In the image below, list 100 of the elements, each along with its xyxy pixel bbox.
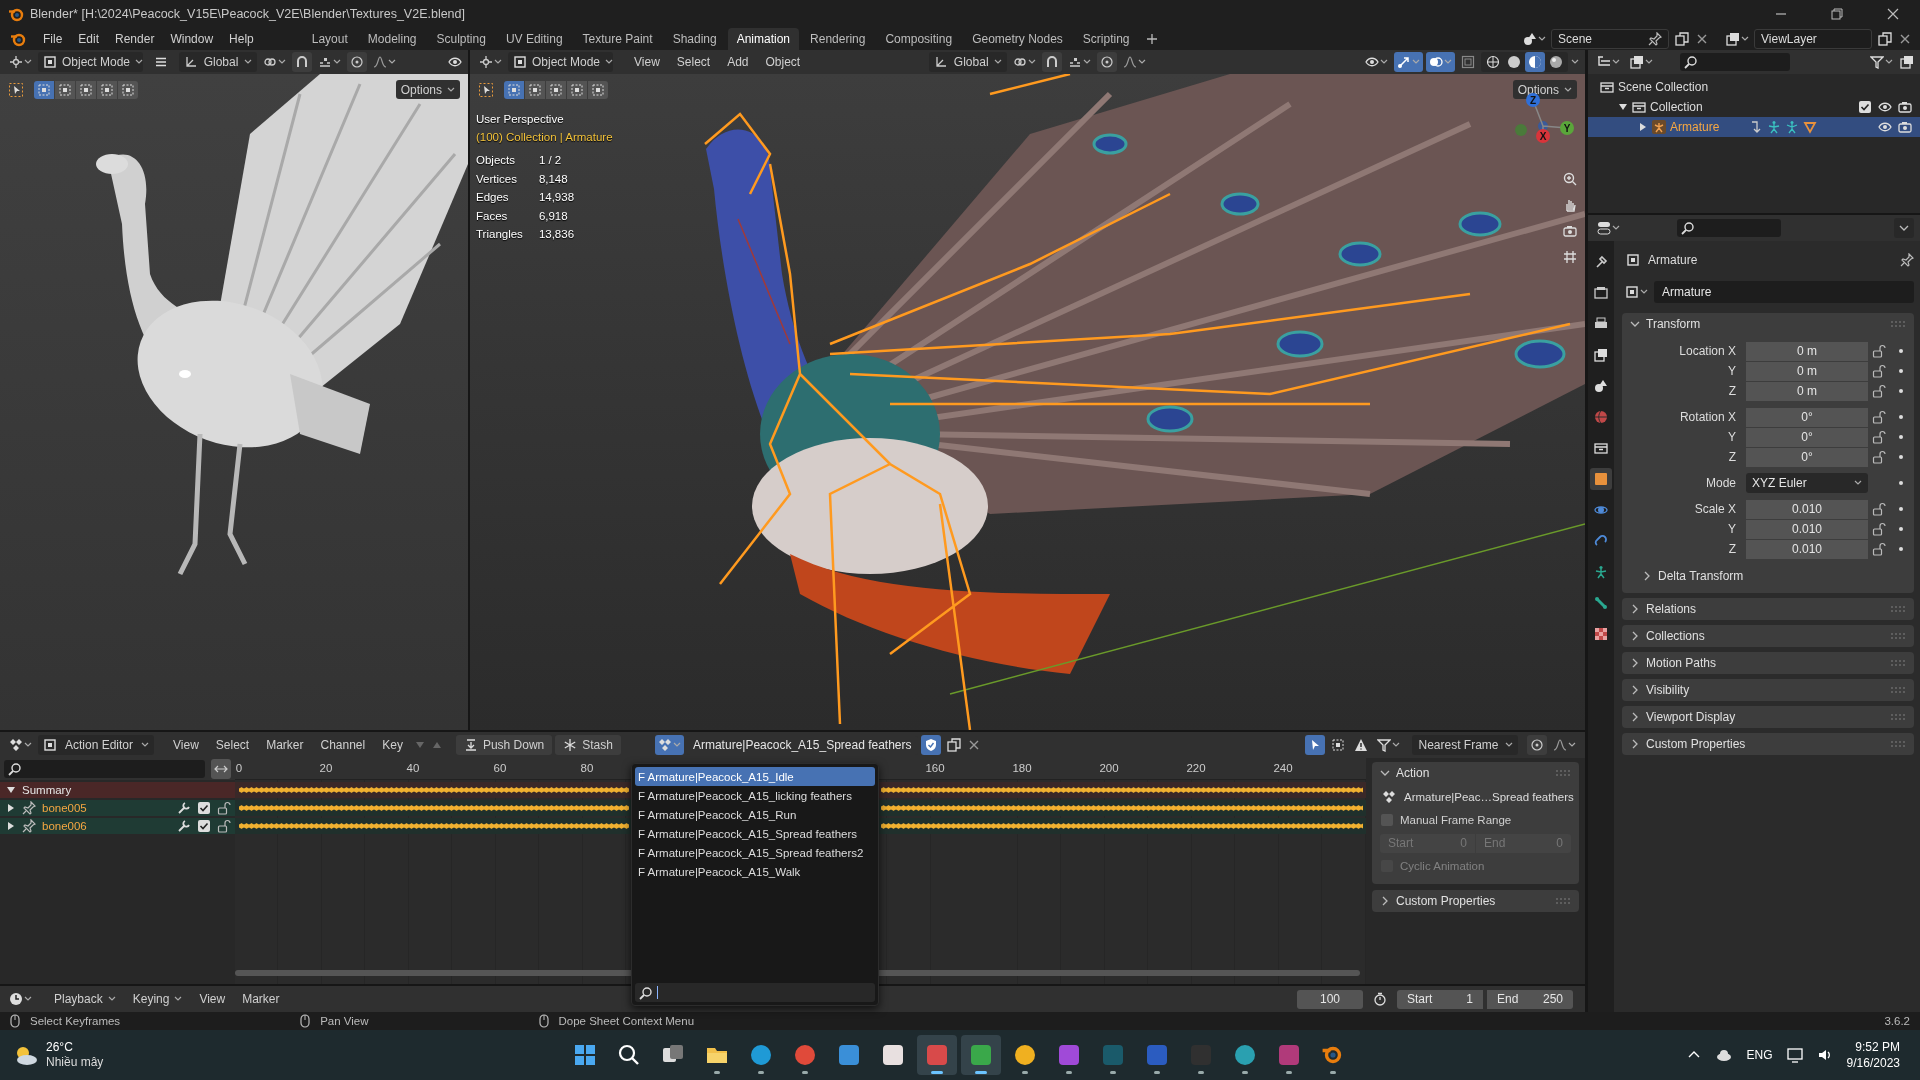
menu-item[interactable]: Select [669, 52, 718, 72]
workspace-tab[interactable]: Geometry Nodes [963, 27, 1072, 50]
field-label: Z [1727, 542, 1737, 556]
panel-header[interactable]: Relations [1622, 598, 1914, 620]
field-value: 1 [1466, 992, 1473, 1006]
stat-label: Triangles [476, 227, 523, 242]
workspace-tab[interactable]: Shading [663, 27, 726, 50]
panel-header[interactable]: Motion Paths [1622, 652, 1914, 674]
number-field[interactable]: 0° [1746, 447, 1868, 467]
menu-item[interactable]: Add [720, 52, 756, 72]
datablock-field[interactable]: Armature [1654, 281, 1914, 303]
mode-dropdown[interactable]: Object Mode [508, 52, 613, 72]
number-field[interactable]: 0 m [1746, 361, 1868, 381]
push-button[interactable]: Push Down [455, 735, 553, 755]
panel-header[interactable]: Viewport Display [1622, 706, 1914, 728]
menu-item[interactable]: Edit [71, 28, 107, 49]
menu-item[interactable]: Help [222, 28, 261, 49]
panel-header[interactable]: Action [1372, 762, 1579, 784]
start-frame-field[interactable]: Start 1 [1397, 989, 1483, 1009]
item-label: Armature [1670, 120, 1720, 134]
frame-number: 200 [1099, 762, 1119, 774]
workspace-tab[interactable]: Compositing [876, 27, 962, 50]
menu-item[interactable]: Object [758, 52, 808, 72]
menu-item[interactable]: Window [163, 28, 221, 49]
options-dropdown[interactable]: Options [395, 80, 460, 99]
workspace-tab[interactable]: Sculpting [427, 27, 495, 50]
field-label: Y [1727, 430, 1737, 444]
frame-number: 0 [235, 762, 243, 774]
menu-item[interactable]: F Armature|Peacock_A15_Run [635, 805, 875, 824]
subpanel-header[interactable]: Delta Transform [1622, 565, 1914, 587]
weather-condition: Nhiều mây [46, 1055, 104, 1070]
menu-item[interactable]: F Armature|Peacock_A15_Walk [635, 862, 875, 881]
menu-item[interactable]: Channel [313, 735, 373, 755]
current-frame-field[interactable]: 100 [1297, 989, 1363, 1009]
menu-item[interactable]: Marker [235, 989, 287, 1009]
field-label: End [1497, 992, 1519, 1006]
workspace-tab[interactable]: Rendering [801, 27, 875, 50]
frame-number: 180 [1012, 762, 1032, 774]
outliner-row[interactable]: Collection [1588, 97, 1920, 117]
number-field[interactable]: 0.010 [1746, 539, 1868, 559]
number-field[interactable]: 0.010 [1746, 519, 1868, 539]
workspace-tab[interactable]: Texture Paint [573, 27, 662, 50]
channel-row[interactable]: bone006 [0, 818, 235, 834]
menu-item[interactable]: Render [108, 28, 162, 49]
menu-item[interactable]: View [192, 989, 233, 1009]
menu-item[interactable]: Marker [259, 735, 311, 755]
menu-item[interactable]: View [627, 52, 667, 72]
channel-row[interactable]: bone005 [0, 800, 235, 816]
menu-item[interactable]: View [166, 735, 206, 755]
menu-item[interactable]: F Armature|Peacock_A15_Spread feathers [635, 824, 875, 843]
panel-header[interactable]: Transform [1622, 313, 1914, 335]
menu-item[interactable]: Select [208, 735, 257, 755]
mode-dropdown[interactable]: Object Mode [38, 52, 143, 72]
menu-item[interactable]: F Armature|Peacock_A15_Spread feathers2 [635, 843, 875, 862]
menu-item[interactable]: F Armature|Peacock_A15_Idle [635, 767, 875, 786]
workspace-tab[interactable]: UV Editing [496, 27, 572, 50]
context-label: (100) Collection | Armature [476, 130, 613, 145]
panel-header[interactable]: Visibility [1622, 679, 1914, 701]
workspace-tab[interactable]: Scripting [1073, 27, 1139, 50]
editor-mode-dropdown[interactable]: Action Editor [38, 735, 154, 755]
workspace-tab[interactable]: Modeling [358, 27, 426, 50]
language-indicator[interactable]: ENG [1746, 1048, 1773, 1062]
field-label: Rotation X [1678, 410, 1737, 424]
workspace-tab[interactable]: Animation [727, 27, 800, 50]
field-label: Scale X [1693, 502, 1737, 516]
orientation-dropdown[interactable]: Global [929, 52, 1008, 72]
panel-header[interactable]: Custom Properties [1622, 733, 1914, 755]
field-label: Start [1407, 992, 1433, 1006]
field-label: Mode [1704, 476, 1737, 490]
number-field[interactable]: 0° [1746, 407, 1868, 427]
status-hint: Dope Sheet Context Menu [558, 1015, 695, 1027]
field-label: Y [1727, 522, 1737, 536]
temperature: 26°C [46, 1040, 74, 1055]
dropdown[interactable]: XYZ Euler [1746, 473, 1868, 493]
number-field[interactable]: 0.010 [1746, 499, 1868, 519]
snapping-dropdown[interactable]: Nearest Frame [1412, 735, 1518, 755]
orientation-dropdown[interactable]: Global [179, 52, 257, 72]
end-frame-field[interactable]: End 250 [1487, 989, 1573, 1009]
menu-dropdown[interactable]: Playback [47, 989, 123, 1009]
clock-time: 9:52 PM [1854, 1039, 1900, 1055]
menu-item[interactable]: Key [375, 735, 410, 755]
menu-item[interactable]: File [36, 28, 70, 49]
panel-header[interactable]: Collections [1622, 625, 1914, 647]
view-layer-field[interactable]: ViewLayer [1754, 28, 1872, 49]
outliner-row[interactable]: Armature [1588, 117, 1920, 137]
menu-item[interactable]: F Armature|Peacock_A15_licking feathers [635, 786, 875, 805]
stat-value: 1 / 2 [538, 153, 563, 168]
stat-label: Edges [476, 190, 510, 205]
number-field[interactable]: 0 m [1746, 341, 1868, 361]
status-hint: Select Keyframes [30, 1015, 121, 1027]
outliner-row[interactable]: Scene Collection [1588, 77, 1920, 97]
panel-header[interactable]: Custom Properties [1372, 890, 1579, 912]
scene-field[interactable]: Scene [1551, 28, 1669, 49]
stat-value: 13,836 [538, 227, 575, 242]
number-field[interactable]: 0° [1746, 427, 1868, 447]
push-button[interactable]: Stash [555, 735, 621, 755]
window-title: Blender* [H:\2024\Peacock_V15E\Peacock_V2E\Blender\Textures_V2E.blend] [30, 6, 465, 21]
number-field[interactable]: 0 m [1746, 381, 1868, 401]
menu-dropdown[interactable]: Keying [125, 989, 190, 1009]
workspace-tab[interactable]: Layout [302, 27, 357, 50]
